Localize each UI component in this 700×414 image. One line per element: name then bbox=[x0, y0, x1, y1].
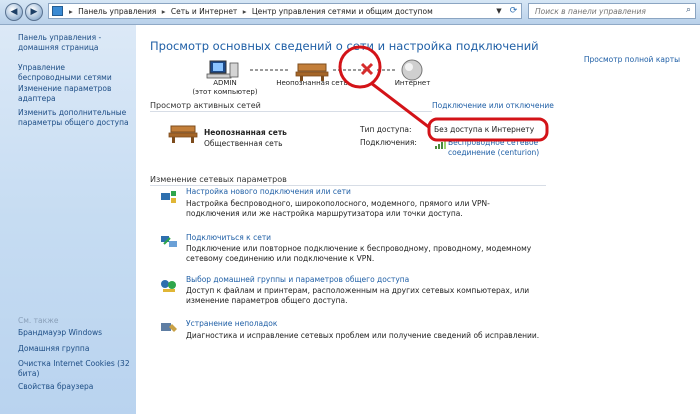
breadcrumb-chevron-icon[interactable]: ▸ bbox=[69, 7, 73, 16]
search-input[interactable] bbox=[535, 5, 675, 17]
sidebar-link-homegroup[interactable]: Домашняя группа bbox=[18, 344, 130, 354]
back-arrow-icon: ◀ bbox=[10, 7, 18, 17]
section-divider bbox=[150, 185, 546, 186]
sidebar-link-cookies[interactable]: Очистка Internet Cookies (32 бита) bbox=[18, 359, 130, 379]
breadcrumb-chevron-icon[interactable]: ▸ bbox=[243, 7, 247, 16]
active-network-bench-icon bbox=[168, 125, 198, 143]
forward-arrow-icon: ▶ bbox=[30, 7, 38, 17]
task-desc-troubleshoot: Диагностика и исправление сетевых пробле… bbox=[186, 331, 540, 340]
breadcrumb-control-panel[interactable]: Панель управления bbox=[78, 7, 156, 16]
task-title-homegroup[interactable]: Выбор домашней группы и параметров общег… bbox=[186, 275, 409, 285]
section-divider bbox=[150, 111, 432, 112]
refresh-icon[interactable]: ⟳ bbox=[507, 4, 520, 18]
address-dropdown-icon[interactable]: ▼ bbox=[493, 4, 505, 18]
full-map-link[interactable]: Просмотр полной карты bbox=[584, 55, 680, 65]
window-toolbar: ◀ ▶ ▸ Панель управления ▸ Сеть и Интерне… bbox=[0, 0, 700, 25]
connections-label: Подключения: bbox=[360, 138, 417, 147]
map-internet-label: Интернет bbox=[394, 79, 431, 87]
task-desc-homegroup: Доступ к файлам и принтерам, расположенн… bbox=[186, 286, 530, 305]
access-type-label: Тип доступа: bbox=[360, 125, 412, 134]
computer-icon bbox=[206, 60, 239, 79]
task-title-troubleshoot[interactable]: Устранение неполадок bbox=[186, 319, 277, 329]
task-title-connect-network[interactable]: Подключиться к сети bbox=[186, 233, 271, 243]
active-network-name: Неопознанная сеть bbox=[204, 128, 287, 137]
change-settings-title: Изменение сетевых параметров bbox=[150, 175, 287, 184]
main-content: Просмотр основных сведений о сети и наст… bbox=[136, 25, 700, 414]
forward-button[interactable]: ▶ bbox=[25, 3, 43, 21]
active-network-type[interactable]: Общественная сеть bbox=[204, 139, 283, 149]
new-connection-icon bbox=[161, 191, 176, 203]
task-desc-connect-network: Подключение или повторное подключение к … bbox=[186, 244, 532, 263]
search-icon[interactable]: ⌕ bbox=[686, 5, 691, 15]
sidebar-link-sharing[interactable]: Изменить дополнительные параметры общего… bbox=[18, 108, 130, 128]
access-type-value: Без доступа к Интернету bbox=[434, 125, 535, 134]
active-networks-title: Просмотр активных сетей bbox=[150, 101, 261, 110]
back-button[interactable]: ◀ bbox=[5, 3, 23, 21]
breadcrumb-chevron-icon[interactable]: ▸ bbox=[162, 7, 166, 16]
map-computer-label: ADMIN (этот компьютер) bbox=[190, 79, 260, 97]
connect-disconnect-link[interactable]: Подключение или отключение bbox=[432, 101, 554, 111]
computer-subtitle: (этот компьютер) bbox=[192, 88, 258, 96]
task-title-new-connection[interactable]: Настройка нового подключения или сети bbox=[186, 187, 351, 197]
breadcrumb-network-center[interactable]: Центр управления сетями и общим доступом bbox=[252, 7, 433, 16]
sidebar-link-firewall[interactable]: Брандмауэр Windows bbox=[18, 328, 130, 338]
sidebar: Панель управления - домашняя страница Уп… bbox=[0, 25, 136, 414]
page-title: Просмотр основных сведений о сети и наст… bbox=[150, 39, 539, 53]
connect-network-icon bbox=[161, 236, 177, 247]
task-desc-new-connection: Настройка беспроводного, широкополосного… bbox=[186, 199, 490, 218]
see-also-title: См. также bbox=[18, 316, 59, 325]
breadcrumb-network-internet[interactable]: Сеть и Интернет bbox=[171, 7, 237, 16]
homegroup-icon bbox=[161, 280, 176, 292]
search-box[interactable]: ⌕ bbox=[528, 3, 696, 19]
map-network-label: Неопознанная сеть bbox=[276, 79, 348, 87]
wireless-connection-link[interactable]: Беспроводное сетевое соединение (centuri… bbox=[448, 138, 568, 158]
address-bar[interactable]: ▸ Панель управления ▸ Сеть и Интернет ▸ … bbox=[48, 3, 522, 19]
computer-name: ADMIN bbox=[213, 79, 237, 87]
breadcrumb: ▸ Панель управления ▸ Сеть и Интернет ▸ … bbox=[69, 6, 436, 18]
sidebar-link-home[interactable]: Панель управления - домашняя страница bbox=[18, 33, 130, 53]
sidebar-link-wireless[interactable]: Управление беспроводными сетями bbox=[18, 63, 130, 83]
sidebar-link-browser[interactable]: Свойства браузера bbox=[18, 382, 130, 392]
troubleshoot-icon bbox=[161, 323, 177, 332]
sidebar-link-adapter[interactable]: Изменение параметров адаптера bbox=[18, 84, 130, 104]
wireless-signal-icon bbox=[435, 140, 446, 149]
globe-icon bbox=[401, 59, 423, 81]
control-panel-icon bbox=[52, 6, 63, 16]
